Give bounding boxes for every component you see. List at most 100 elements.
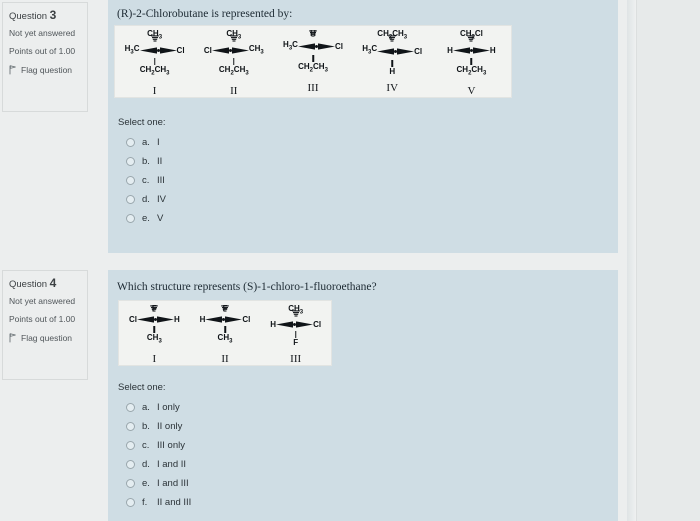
question-panel-4: Which structure represents (S)-1-chloro-… — [108, 270, 618, 521]
select-one-label-4: Select one: — [118, 382, 166, 393]
structure-row-4: F Cl H CH3 I F H Cl CH3 II CH3 H Cl F III — [119, 301, 331, 365]
structure-right-substituent: Cl — [313, 319, 322, 329]
answer-option-a[interactable]: a. I only — [126, 398, 191, 417]
structure-left-substituent: H3C — [124, 43, 140, 56]
structures-figure-4: F Cl H CH3 I F H Cl CH3 II CH3 H Cl F III — [118, 300, 332, 366]
structure-I: CH3 H3C Cl CH2CH3 I — [115, 26, 194, 97]
radio-button[interactable] — [126, 498, 135, 507]
question-number-heading-3: Question 3 — [9, 8, 81, 22]
option-key: c. — [142, 175, 150, 186]
structure-stereocenter: HH — [432, 34, 511, 66]
answer-option-b[interactable]: b. II — [126, 152, 166, 171]
option-key: e. — [142, 478, 150, 489]
structure-I: F Cl H CH3 I — [119, 301, 190, 365]
question-stem-4: Which structure represents (S)-1-chloro-… — [117, 281, 377, 293]
option-label: IV — [157, 194, 166, 205]
radio-button[interactable] — [126, 214, 135, 223]
option-key: a. — [142, 402, 150, 413]
answer-option-e[interactable]: e. V — [126, 209, 166, 228]
option-label: III only — [157, 440, 185, 451]
structure-II: F H Cl CH3 II — [190, 301, 261, 365]
radio-button[interactable] — [126, 138, 135, 147]
flag-question-button-4[interactable]: Flag question — [9, 333, 81, 343]
radio-button[interactable] — [126, 422, 135, 431]
flag-icon — [9, 333, 17, 343]
structure-stereocenter: H3C Cl — [115, 34, 194, 66]
radio-button[interactable] — [126, 460, 135, 469]
question-state-3: Not yet answered — [9, 28, 76, 38]
option-label: I — [157, 137, 160, 148]
plain-bond-icon — [153, 326, 156, 334]
question-info-3: Question 3 Not yet answered Points out o… — [2, 2, 88, 112]
structure-roman-numeral: III — [290, 353, 302, 365]
radio-button[interactable] — [126, 157, 135, 166]
option-key: b. — [142, 421, 150, 432]
structure-right-substituent: H — [489, 46, 496, 55]
plain-bond-icon — [153, 58, 156, 66]
structure-left-substituent: Cl — [203, 46, 212, 55]
radio-button[interactable] — [126, 441, 135, 450]
option-label: II — [157, 156, 163, 167]
structure-bottom-substituent: CH2CH3 — [298, 62, 328, 74]
question-number-3: 3 — [49, 8, 57, 22]
radio-button[interactable] — [126, 176, 135, 185]
question-points-4: Points out of 1.00 — [9, 314, 76, 324]
answer-option-a[interactable]: a. I — [126, 133, 166, 152]
structure-stereocenter: H3C Cl — [353, 34, 432, 67]
structure-stereocenter: H3C Cl — [273, 30, 352, 62]
structure-bottom-substituent: CH2CH3 — [139, 65, 170, 77]
option-label: II only — [157, 421, 183, 432]
answer-option-f[interactable]: f. II and III — [126, 493, 191, 512]
plain-bond-icon — [312, 55, 314, 62]
structure-IV: CH2CH3H3CClHIV — [353, 26, 432, 97]
answer-option-b[interactable]: b. II only — [126, 417, 191, 436]
structure-right-substituent: CH3 — [248, 43, 264, 56]
structure-roman-numeral: II — [230, 85, 238, 97]
structure-right-substituent: Cl — [414, 46, 423, 56]
structure-row-3: CH3 H3C Cl CH2CH3 I CH3 Cl CH3 CH2CH3 II H H3C Cl CH2… — [115, 26, 511, 97]
structure-stereocenter: H Cl — [260, 309, 331, 338]
option-label: I and II — [157, 459, 187, 470]
structure-roman-numeral: III — [307, 81, 319, 94]
radio-button[interactable] — [126, 195, 135, 204]
option-label: V — [157, 213, 164, 224]
structure-left-substituent: Cl — [128, 315, 137, 325]
answer-option-e[interactable]: e. I and III — [126, 474, 191, 493]
structures-figure-3: CH3 H3C Cl CH2CH3 I CH3 Cl CH3 CH2CH3 II H H3C Cl CH2… — [114, 25, 512, 98]
structure-right-substituent: Cl — [334, 42, 343, 51]
structure-bottom-substituent: CH3 — [217, 333, 233, 345]
answer-option-c[interactable]: c. III only — [126, 436, 191, 455]
structure-left-substituent: H3C — [283, 39, 298, 52]
plain-bond-icon — [233, 58, 235, 66]
structure-bottom-substituent: H — [389, 66, 396, 76]
structure-right-substituent: H — [173, 315, 180, 325]
structure-stereocenter: H Cl — [190, 305, 261, 334]
structure-roman-numeral: I — [152, 353, 157, 365]
question-info-4: Question 4 Not yet answered Points out o… — [2, 270, 88, 380]
structure-III: H H3C Cl CH2CH3 III — [273, 26, 352, 97]
radio-button[interactable] — [126, 403, 135, 412]
option-key: e. — [142, 213, 150, 224]
question-state-4: Not yet answered — [9, 296, 76, 306]
structure-roman-numeral: II — [221, 353, 229, 365]
question-number-heading-4: Question 4 — [9, 276, 81, 290]
answer-options-4: a. I only b. II only c. III only d. I and II e. I… — [126, 398, 191, 512]
answer-option-d[interactable]: d. I and II — [126, 455, 191, 474]
flag-question-label-4: Flag question — [21, 333, 73, 343]
plain-bond-icon — [294, 331, 297, 338]
structure-bottom-substituent: CH2CH3 — [456, 65, 487, 77]
page-gutter — [636, 0, 700, 521]
answer-option-d[interactable]: d. IV — [126, 190, 166, 209]
option-key: b. — [142, 156, 150, 167]
question-panel-3: (R)-2-Chlorobutane is represented by: CH… — [108, 0, 618, 253]
structure-bottom-substituent: CH2CH3 — [218, 65, 249, 77]
structure-stereocenter: Cl CH3 — [194, 34, 273, 66]
answer-option-c[interactable]: c. III — [126, 171, 166, 190]
radio-button[interactable] — [126, 479, 135, 488]
option-label: II and III — [157, 497, 192, 508]
flag-question-label-3: Flag question — [21, 65, 73, 75]
structure-bottom-substituent: CH3 — [146, 333, 162, 345]
plain-bond-icon — [224, 326, 226, 334]
flag-question-button-3[interactable]: Flag question — [9, 65, 81, 75]
option-key: f. — [142, 497, 148, 508]
